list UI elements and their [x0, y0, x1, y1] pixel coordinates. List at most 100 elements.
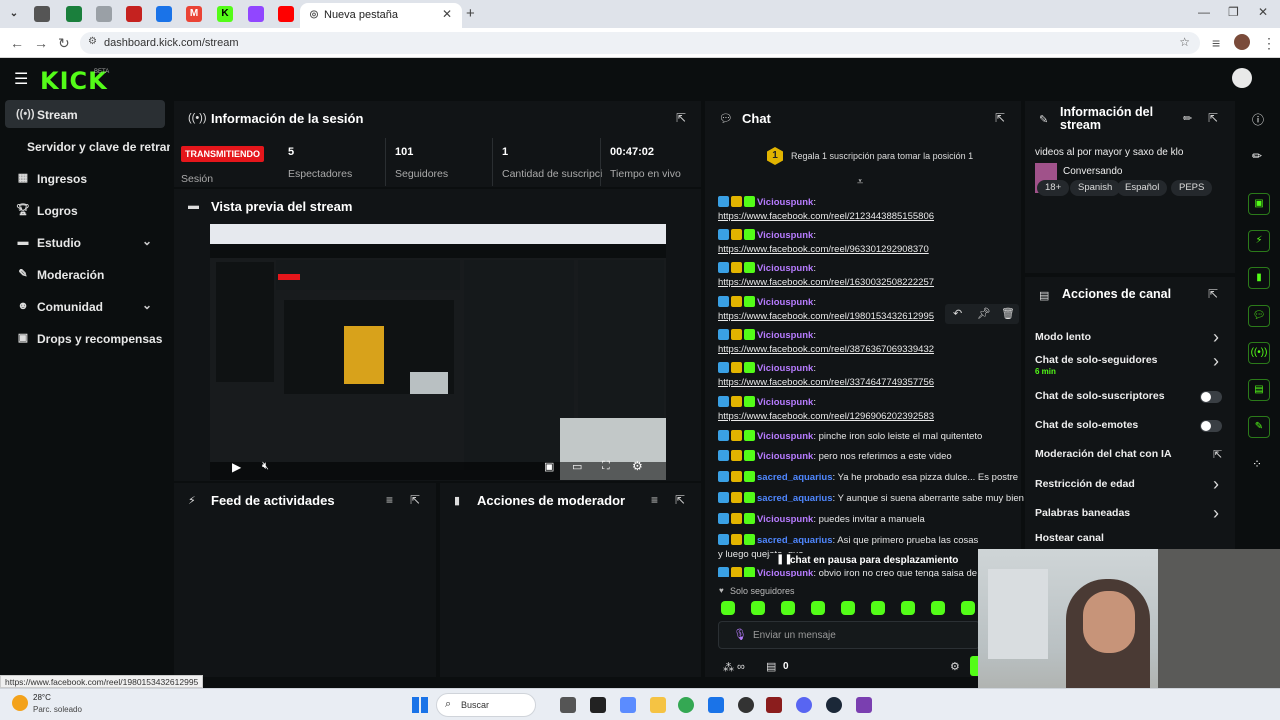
taskbar-app-steam[interactable] [826, 697, 842, 713]
mic-icon[interactable]: 🎙︎ [733, 628, 747, 641]
emote-icon[interactable] [841, 601, 855, 615]
hamburger-menu-icon[interactable]: ☰ [14, 69, 28, 89]
filter-icon[interactable]: ≡ [651, 493, 658, 507]
sidebar-item-drops[interactable]: ▣ Drops y recompensas [0, 324, 170, 352]
popout-icon[interactable]: ⇱ [995, 111, 1005, 125]
tab-favicon-1[interactable] [34, 6, 50, 22]
taskbar-app-copilot[interactable] [620, 697, 636, 713]
minimize-icon[interactable]: — [1198, 5, 1210, 19]
taskbar-app-explorer[interactable] [650, 697, 666, 713]
user-avatar[interactable] [1232, 68, 1252, 88]
emote-icon[interactable] [781, 601, 795, 615]
tab-favicon-kick[interactable]: K [217, 6, 233, 22]
chat-link[interactable]: https://www.facebook.com/reel/3374647749… [718, 377, 934, 388]
edit-icon[interactable]: ✏ [1183, 112, 1192, 125]
chat-username[interactable]: Viciouspunk [757, 397, 813, 408]
channel-action-row[interactable]: Restricción de edad [1035, 478, 1135, 490]
channel-action-row[interactable]: Modo lento [1035, 331, 1091, 343]
toggle-switch[interactable] [1200, 420, 1222, 432]
profile-avatar[interactable] [1234, 34, 1250, 50]
popout-icon[interactable]: ⇱ [675, 493, 685, 507]
emote-icon[interactable] [811, 601, 825, 615]
forward-icon[interactable]: → [34, 35, 48, 51]
rail-button-chat[interactable]: 💬︎ [1248, 305, 1270, 327]
tag-chip[interactable]: Español [1117, 180, 1168, 196]
mute-icon[interactable]: 🔇︎ [262, 460, 269, 473]
popout-icon[interactable]: ⇱ [1208, 111, 1218, 125]
emote-icon[interactable] [751, 601, 765, 615]
channel-action-row[interactable]: Chat de solo-suscriptores [1035, 390, 1165, 402]
chat-settings-icon[interactable]: ⚙ [950, 660, 960, 673]
chat-link[interactable]: https://www.facebook.com/reel/2123443885… [718, 211, 934, 222]
chat-username[interactable]: Viciouspunk [757, 230, 813, 241]
taskbar-app-2[interactable] [590, 697, 606, 713]
tab-favicon-youtube[interactable] [278, 6, 294, 22]
sidebar-item-ingresos[interactable]: ▦ Ingresos [0, 164, 170, 192]
pin-icon[interactable]: 📌︎ [977, 307, 991, 320]
tab-favicon-4[interactable] [126, 6, 142, 22]
play-icon[interactable]: ▶ [232, 460, 241, 474]
url-field[interactable]: ⚙ dashboard.kick.com/stream ☆ [80, 32, 1200, 54]
info-icon[interactable]: ⓘ [1252, 111, 1264, 128]
weather-icon[interactable] [12, 695, 28, 711]
tab-favicon-2[interactable] [66, 6, 82, 22]
taskbar-app-store[interactable] [708, 697, 724, 713]
channel-action-row[interactable]: Chat de solo-seguidores 6 min [1035, 355, 1158, 377]
tab-favicon-gmail[interactable]: M [186, 6, 202, 22]
tag-chip[interactable]: Spanish [1070, 180, 1121, 196]
category-name[interactable]: Conversando [1063, 166, 1122, 177]
rail-button-actions[interactable]: ▤ [1248, 379, 1270, 401]
channel-action-row[interactable]: Chat de solo-emotes [1035, 419, 1138, 431]
gift-prompt[interactable]: Regala 1 suscripción para tomar la posic… [791, 151, 973, 161]
taskbar-search[interactable]: ⌕ Buscar [436, 693, 536, 717]
chat-username[interactable]: Viciouspunk [757, 263, 813, 274]
chat-username[interactable]: sacred_aquarius [757, 535, 833, 546]
popout-icon[interactable]: ⇱ [676, 111, 686, 125]
chat-username[interactable]: Viciouspunk [757, 330, 813, 341]
chevron-right-icon[interactable]: › [1213, 327, 1219, 348]
reload-icon[interactable]: ↻ [58, 35, 70, 52]
sidebar-item-moderacion[interactable]: ✎ Moderación [0, 260, 170, 288]
taskbar-app-6[interactable] [766, 697, 782, 713]
taskbar-app-chrome[interactable] [678, 697, 694, 713]
chat-username[interactable]: sacred_aquarius [757, 493, 833, 504]
chat-username[interactable]: Viciouspunk [757, 568, 813, 577]
tab-favicon-3[interactable] [96, 6, 112, 22]
tag-chip[interactable]: PEPS [1171, 180, 1213, 196]
chat-username[interactable]: Viciouspunk [757, 431, 813, 442]
emote-icon[interactable] [721, 601, 735, 615]
emote-icon[interactable] [961, 601, 975, 615]
taskbar-app-9[interactable] [856, 697, 872, 713]
popout-icon[interactable]: ⇱ [1208, 287, 1218, 301]
rail-button-broadcast[interactable]: ((•)) [1248, 342, 1270, 364]
chevron-right-icon[interactable]: › [1213, 351, 1219, 372]
restore-icon[interactable]: ❐ [1228, 5, 1239, 19]
rail-button-wrench[interactable]: ✎ [1248, 416, 1270, 438]
tab-menu-icon[interactable]: ⌄ [6, 6, 22, 22]
chat-link[interactable]: https://www.facebook.com/reel/3876367069… [718, 344, 934, 355]
chat-link[interactable]: https://www.facebook.com/reel/1980153432… [718, 311, 934, 322]
filter-icon[interactable]: ≡ [386, 493, 393, 507]
delete-icon[interactable]: 🗑︎ [1001, 307, 1015, 320]
tab-nueva-pestana[interactable]: ◎ Nueva pestaña ✕ [300, 3, 462, 28]
back-icon[interactable]: ← [10, 35, 24, 51]
tag-chip[interactable]: 18+ [1037, 180, 1070, 196]
browser-menu-icon[interactable]: ⋮ [1262, 35, 1276, 52]
chat-username[interactable]: Viciouspunk [757, 297, 813, 308]
rail-button-mod[interactable]: ▮ [1248, 267, 1270, 289]
pencil-icon[interactable]: ✏ [1252, 149, 1262, 163]
channel-action-row[interactable]: Moderación del chat con IA [1035, 448, 1172, 460]
chevron-right-icon[interactable]: › [1213, 474, 1219, 495]
taskbar-app-discord[interactable] [796, 697, 812, 713]
chat-paused-banner[interactable]: ❚❚ chat en pausa para desplazamiento [770, 553, 960, 569]
chat-input[interactable]: 🎙︎ Enviar un mensaje [718, 621, 980, 649]
chat-link[interactable]: https://www.facebook.com/reel/9633012929… [718, 244, 929, 255]
chat-username[interactable]: Viciouspunk [757, 451, 813, 462]
pip-icon[interactable]: ▣ [544, 460, 554, 473]
popout-icon[interactable]: ⇱ [410, 493, 420, 507]
emote-icon[interactable] [931, 601, 945, 615]
chat-link[interactable]: https://www.facebook.com/reel/1296906202… [718, 411, 934, 422]
send-button[interactable] [970, 656, 978, 676]
chat-username[interactable]: sacred_aquarius [757, 472, 833, 483]
channel-action-row[interactable]: Hostear canal [1035, 532, 1104, 544]
